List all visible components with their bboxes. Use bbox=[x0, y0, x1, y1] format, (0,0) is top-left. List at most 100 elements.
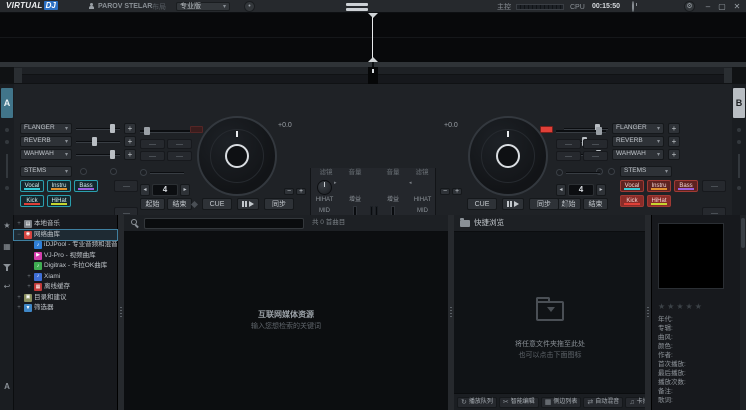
expand-toggle[interactable]: − bbox=[16, 232, 22, 238]
clock-icon[interactable] bbox=[632, 1, 634, 12]
loop-out-button[interactable]: 结束 bbox=[583, 198, 608, 210]
pad[interactable] bbox=[583, 139, 608, 149]
loop-knob[interactable] bbox=[140, 169, 147, 176]
key-plus-button[interactable]: + bbox=[452, 188, 462, 195]
expand-toggle[interactable]: + bbox=[16, 305, 22, 311]
minimize-button[interactable]: – bbox=[702, 3, 714, 11]
fx-select[interactable]: FLANGER ▾ bbox=[20, 123, 72, 134]
stem-pad[interactable] bbox=[114, 180, 138, 192]
scrollbar-thumb[interactable] bbox=[741, 218, 745, 248]
expand-toggle[interactable]: + bbox=[26, 284, 32, 290]
fx-activate-button[interactable]: + bbox=[668, 123, 680, 134]
favorites-icon[interactable]: ★ bbox=[0, 222, 14, 230]
tree-item[interactable]: ♪ Digitrax - 卡拉OK曲库 bbox=[14, 261, 117, 272]
close-button[interactable]: ✕ bbox=[731, 3, 743, 11]
jog-wheel-a[interactable] bbox=[197, 116, 277, 196]
loop-double-button[interactable]: ▸ bbox=[180, 184, 190, 196]
play-pause-button[interactable] bbox=[237, 198, 259, 210]
fx-select[interactable]: REVERB ▾ bbox=[20, 136, 72, 147]
pad[interactable] bbox=[556, 151, 581, 161]
rating-stars[interactable]: ★★★★★ bbox=[658, 303, 704, 311]
settings-button[interactable]: ⚙ bbox=[684, 1, 695, 12]
toolbar-button[interactable]: ✂ 智能编辑 bbox=[499, 397, 539, 408]
cue-button[interactable]: CUE bbox=[202, 198, 232, 210]
preset-arrow-icon[interactable]: ▸ bbox=[334, 181, 337, 186]
fx-select[interactable]: WAHWAH ▾ bbox=[20, 149, 72, 160]
back-icon[interactable]: ↩ bbox=[0, 283, 14, 291]
toolbar-button[interactable]: ▦ 侧边列表 bbox=[541, 397, 582, 408]
key-minus-button[interactable]: − bbox=[440, 188, 450, 195]
key-minus-button[interactable]: − bbox=[284, 188, 294, 195]
stems-select[interactable]: STEMS ▾ bbox=[620, 166, 672, 177]
fx-drywet-slider[interactable] bbox=[76, 149, 120, 160]
waveform-display[interactable] bbox=[0, 13, 746, 62]
tree-item[interactable]: + ▼ 筛选器 bbox=[14, 303, 117, 314]
tree-item[interactable]: + ▤ 本地音乐 bbox=[14, 219, 117, 230]
stems-knob[interactable] bbox=[80, 168, 87, 175]
pad[interactable] bbox=[556, 139, 581, 149]
fx-activate-button[interactable]: + bbox=[124, 149, 136, 160]
pad[interactable] bbox=[140, 139, 165, 149]
tree-item[interactable]: + ▣ 目录和建议 bbox=[14, 293, 117, 304]
stem-button[interactable]: HiHat bbox=[647, 195, 671, 207]
fx-activate-button[interactable]: + bbox=[668, 136, 680, 147]
history-panel-icon[interactable]: ▦ bbox=[0, 243, 14, 251]
font-size-toggle[interactable]: A bbox=[0, 383, 14, 391]
fx-activate-button[interactable]: + bbox=[668, 149, 680, 160]
stem-pad[interactable] bbox=[702, 180, 726, 192]
toolbar-button[interactable]: ↻ 播放队列 bbox=[457, 397, 497, 408]
deck-b-tab[interactable]: B bbox=[733, 88, 745, 118]
tempo-slider[interactable] bbox=[140, 127, 190, 135]
tempo-slider[interactable] bbox=[556, 127, 606, 135]
user-account[interactable]: PAROV STELAR bbox=[88, 3, 152, 10]
fx-select[interactable]: WAHWAH ▾ bbox=[612, 149, 664, 160]
stems-select[interactable]: STEMS ▾ bbox=[20, 166, 72, 177]
key-plus-button[interactable]: + bbox=[296, 188, 306, 195]
loop-half-button[interactable]: ◂ bbox=[556, 184, 566, 196]
edge-slider[interactable] bbox=[6, 154, 8, 178]
fx-activate-button[interactable]: + bbox=[124, 136, 136, 147]
loop-out-button[interactable]: 结束 bbox=[167, 198, 192, 210]
loop-double-button[interactable]: ▸ bbox=[596, 184, 606, 196]
pad[interactable] bbox=[167, 139, 192, 149]
search-input[interactable] bbox=[144, 218, 304, 229]
stem-button[interactable]: HiHat bbox=[47, 195, 71, 207]
stem-button[interactable]: Vocal bbox=[20, 180, 44, 192]
layout-select[interactable]: 专业版 ▾ bbox=[176, 2, 230, 11]
jog-wheel-b[interactable] bbox=[468, 116, 548, 196]
cue-button[interactable]: CUE bbox=[467, 198, 497, 210]
loop-knob[interactable] bbox=[556, 169, 563, 176]
stem-button[interactable]: Instru bbox=[647, 180, 671, 192]
loop-mini-track[interactable] bbox=[566, 172, 600, 174]
toolbar-button[interactable]: ⇄ 自动混音 bbox=[583, 397, 623, 408]
stem-button[interactable]: Kick bbox=[20, 195, 44, 207]
stem-button[interactable]: Bass bbox=[674, 180, 698, 192]
sync-button[interactable]: 同步 bbox=[264, 198, 294, 210]
tree-item[interactable]: + ♪ Xiami bbox=[14, 272, 117, 283]
maximize-button[interactable]: ▢ bbox=[716, 3, 728, 11]
stems-knob[interactable] bbox=[110, 168, 117, 175]
sync-button[interactable]: 同步 bbox=[529, 198, 559, 210]
stem-button[interactable]: Kick bbox=[620, 195, 644, 207]
loop-mini-track[interactable] bbox=[150, 172, 184, 174]
stem-button[interactable]: Instru bbox=[47, 180, 71, 192]
fx-select[interactable]: REVERB ▾ bbox=[612, 136, 664, 147]
stem-button[interactable]: Vocal bbox=[620, 180, 644, 192]
loop-half-button[interactable]: ◂ bbox=[140, 184, 150, 196]
stem-button[interactable]: Bass bbox=[74, 180, 98, 192]
fx-drywet-slider[interactable] bbox=[76, 123, 120, 134]
fx-activate-button[interactable]: + bbox=[124, 123, 136, 134]
preset-arrow-icon[interactable]: ◂ bbox=[409, 181, 412, 186]
pad[interactable] bbox=[583, 151, 608, 161]
fx-select[interactable]: FLANGER ▾ bbox=[612, 123, 664, 134]
edge-slider[interactable] bbox=[738, 154, 740, 178]
eq-knob-left[interactable] bbox=[317, 180, 332, 195]
tree-item[interactable]: − ◉ 网络曲库 bbox=[14, 230, 117, 241]
expand-toggle[interactable]: + bbox=[26, 274, 32, 280]
fx-drywet-slider[interactable] bbox=[76, 136, 120, 147]
pad[interactable] bbox=[140, 151, 165, 161]
tree-item[interactable]: + ▦ 离线缓存 bbox=[14, 282, 117, 293]
loop-in-button[interactable]: 起始 bbox=[140, 198, 165, 210]
pad[interactable] bbox=[167, 151, 192, 161]
tree-item[interactable]: ♪ iDJPool - 专业音频和混音 bbox=[14, 240, 117, 251]
